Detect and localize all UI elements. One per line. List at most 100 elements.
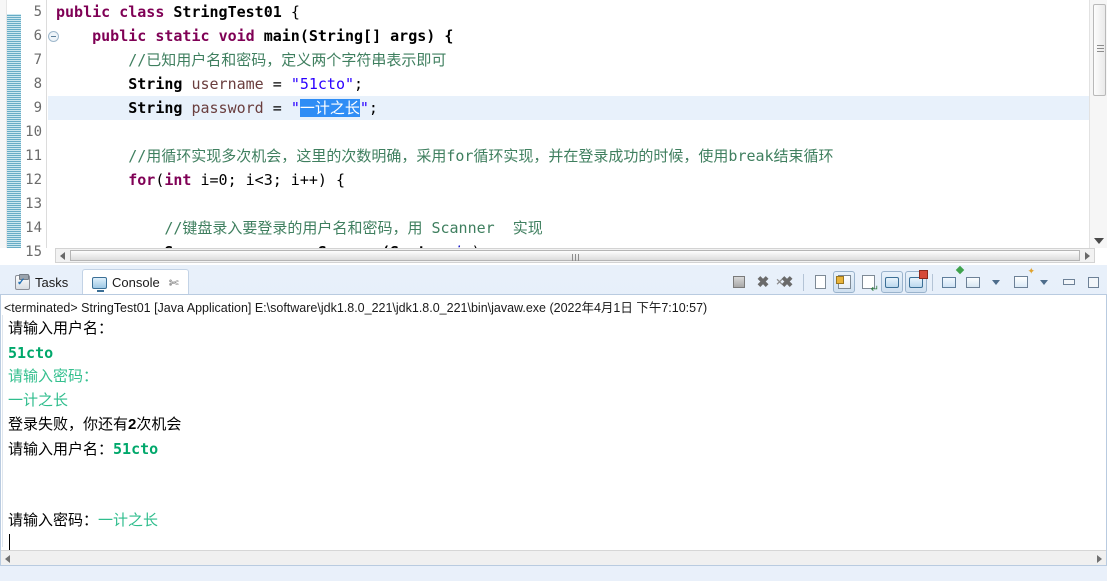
code-line[interactable]: [48, 192, 1089, 216]
code-line[interactable]: Scanner sc = new Scanner(System.in);: [48, 240, 1089, 248]
editor-vertical-scrollbar-thumb[interactable]: [1093, 4, 1106, 96]
tab-tasks-label: Tasks: [35, 274, 69, 290]
scroll-down-arrow-icon[interactable]: [1094, 238, 1104, 244]
line-number: 15: [25, 244, 42, 260]
editor-vertical-scrollbar[interactable]: [1089, 0, 1107, 248]
line-number: 14: [25, 220, 42, 236]
code-token: void: [218, 27, 264, 45]
word-wrap-button[interactable]: [857, 271, 879, 293]
code-token: //用循环实现多次机会，这里的次数明确，采用for循环实现，并在登录成功的时候，…: [128, 147, 834, 165]
close-icon[interactable]: ✄: [169, 276, 179, 290]
console-text: 请输入用户名：: [8, 441, 114, 458]
console-text: 一计之长: [98, 512, 159, 529]
scroll-right-arrow-icon[interactable]: [1097, 555, 1102, 563]
panel-bottom-edge: [0, 566, 1107, 581]
tab-tasks[interactable]: Tasks: [6, 269, 77, 295]
show-console-on-output-button[interactable]: [881, 271, 903, 293]
console-text: 请输入用户名：: [8, 320, 114, 337]
code-line[interactable]: for(int i=0; i<3; i++) {: [48, 168, 1089, 192]
console-output-line: 51cto: [8, 341, 53, 365]
code-line[interactable]: public static void main(String[] args) {: [48, 24, 1089, 48]
code-token: password: [191, 99, 264, 117]
code-token: String: [128, 99, 192, 117]
chevron-down-icon: [992, 279, 1000, 285]
scroll-left-arrow-icon[interactable]: [5, 555, 10, 563]
code-token: for: [128, 171, 156, 189]
eclipse-ide-window: 5 6 7 8 9 10 11 12 13 14 15 public class StringTes…: [0, 0, 1107, 581]
line-number-gutter: 5 6 7 8 9 10 11 12 13 14 15: [21, 0, 47, 260]
code-token: main(String[] args) {: [263, 27, 454, 45]
show-console-on-error-button[interactable]: [905, 271, 927, 293]
code-line[interactable]: String username = "51cto";: [48, 72, 1089, 96]
code-line[interactable]: //用循环实现多次机会，这里的次数明确，采用for循环实现，并在登录成功的时候，…: [48, 144, 1089, 168]
console-view-panel: Tasks Console ✄ ✖ ✖: [0, 265, 1107, 581]
minimize-icon: [1063, 279, 1075, 285]
console-toolbar: ✖ ✖: [727, 269, 1105, 295]
line-number: 12: [25, 172, 42, 188]
scroll-lock-button[interactable]: [833, 271, 855, 293]
code-token: int: [164, 171, 192, 189]
tab-console[interactable]: Console ✄: [82, 269, 189, 295]
scroll-right-arrow-icon[interactable]: [1085, 252, 1090, 260]
new-console-icon: [1014, 276, 1028, 288]
code-token: {: [290, 3, 300, 21]
maximize-view-button[interactable]: [1082, 271, 1104, 293]
code-token: 一计之长: [299, 99, 360, 117]
code-token: ;: [368, 99, 378, 117]
code-token: public: [56, 3, 120, 21]
code-text-area[interactable]: public class StringTest01 { public stati…: [48, 0, 1089, 248]
scroll-left-arrow-icon[interactable]: [60, 252, 65, 260]
line-number: 9: [33, 100, 42, 116]
code-token: =: [263, 99, 291, 117]
display-console-dropdown[interactable]: [986, 271, 1008, 293]
code-token: //键盘录入要登录的用户名和密码，用 Scanner 实现: [164, 219, 543, 237]
console-icon: [92, 276, 107, 292]
code-token: StringTest01: [173, 3, 291, 21]
console-text: 次机会: [136, 416, 182, 433]
line-number: 7: [33, 52, 42, 68]
code-line[interactable]: //已知用户名和密码，定义两个字符串表示即可: [48, 48, 1089, 72]
toolbar-separator: [803, 273, 804, 291]
clear-console-button[interactable]: [809, 271, 831, 293]
minimize-view-button[interactable]: [1058, 271, 1080, 293]
editor-horizontal-scrollbar-thumb[interactable]: [70, 250, 1080, 261]
code-token: username: [191, 75, 264, 93]
text-caret: [9, 534, 10, 550]
remove-all-launches-button[interactable]: ✖: [776, 271, 798, 293]
chevron-down-icon: [1040, 279, 1048, 285]
open-console-dropdown[interactable]: [1034, 271, 1056, 293]
console-text: 51cto: [8, 344, 54, 362]
fold-collapse-icon[interactable]: [48, 31, 59, 42]
line-number: 10: [25, 124, 42, 140]
code-line[interactable]: String password = "一计之长";: [48, 96, 1089, 120]
console-text: 请输入密码：: [8, 512, 99, 529]
code-token: ;: [354, 75, 364, 93]
console-output-line: 请输入用户名：: [8, 317, 113, 341]
code-editor[interactable]: 5 6 7 8 9 10 11 12 13 14 15 public class StringTes…: [0, 0, 1107, 265]
clear-console-icon: [814, 275, 826, 289]
remove-launch-button[interactable]: ✖: [752, 271, 774, 293]
console-horizontal-scrollbar[interactable]: [0, 550, 1107, 566]
code-token: ": [359, 99, 369, 117]
editor-horizontal-scrollbar[interactable]: [55, 248, 1095, 263]
maximize-icon: [1087, 276, 1099, 288]
console-output-area[interactable]: <terminated> StringTest01 [Java Applicat…: [0, 294, 1107, 566]
code-token: public: [92, 27, 156, 45]
console-text: 51cto: [113, 440, 159, 458]
code-token: "51cto": [290, 75, 355, 93]
terminated-process-header: <terminated> StringTest01 [Java Applicat…: [4, 301, 708, 315]
code-line[interactable]: public class StringTest01 {: [48, 0, 1089, 24]
editor-left-strip: [0, 0, 7, 248]
code-token: //已知用户名和密码，定义两个字符串表示即可: [128, 51, 447, 69]
console-text: 一计之长: [8, 392, 69, 409]
display-selected-console-button[interactable]: [962, 271, 984, 293]
code-line[interactable]: //键盘录入要登录的用户名和密码，用 Scanner 实现: [48, 216, 1089, 240]
console-text: 请输入密码：: [8, 368, 99, 385]
console-left-rule: [2, 315, 3, 547]
terminate-button[interactable]: [728, 271, 750, 293]
word-wrap-icon: [861, 275, 875, 289]
code-line[interactable]: [48, 120, 1089, 144]
open-console-button[interactable]: [1010, 271, 1032, 293]
pin-console-button[interactable]: [938, 271, 960, 293]
